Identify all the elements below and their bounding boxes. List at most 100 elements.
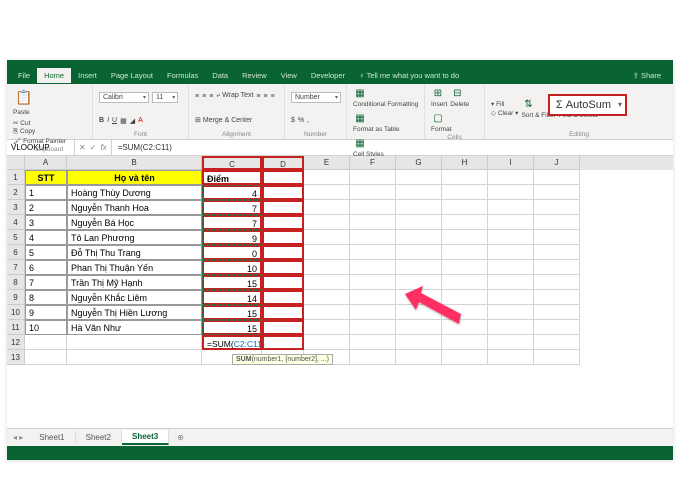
align-right-button[interactable]: ≡ <box>271 93 275 100</box>
paste-button[interactable]: 📋Paste <box>13 86 35 116</box>
sheet-tab-2[interactable]: Sheet2 <box>76 431 122 444</box>
col-J[interactable]: J <box>534 156 580 170</box>
row-5[interactable]: 5 <box>7 230 25 245</box>
cell-C7[interactable]: 10 <box>202 260 262 275</box>
sheet-tab-3[interactable]: Sheet3 <box>122 430 169 445</box>
cell-B8[interactable]: Trần Thị Mỹ Hạnh <box>67 275 202 290</box>
cell-D7[interactable] <box>262 260 304 275</box>
row-7[interactable]: 7 <box>7 260 25 275</box>
cell-C5[interactable]: 9 <box>202 230 262 245</box>
tab-page-layout[interactable]: Page Layout <box>104 68 160 83</box>
row-2[interactable]: 2 <box>7 185 25 200</box>
cell-B2[interactable]: Hoàng Thùy Dương <box>67 185 202 200</box>
delete-cells-button[interactable]: ⊟Delete <box>450 86 469 108</box>
cell-D2[interactable] <box>262 185 304 200</box>
cell-C4[interactable]: 7 <box>202 215 262 230</box>
cell-B9[interactable]: Nguyễn Khắc Liêm <box>67 290 202 305</box>
comma-button[interactable]: , <box>307 117 309 124</box>
cell-A4[interactable]: 3 <box>25 215 67 230</box>
row-11[interactable]: 11 <box>7 320 25 335</box>
align-bot-button[interactable]: ≡ <box>209 93 213 100</box>
cut-button[interactable]: ✂ Cut <box>13 119 66 127</box>
cell-B5[interactable]: Tô Lan Phương <box>67 230 202 245</box>
cell-C1[interactable]: Điểm <box>202 170 262 185</box>
cell-C2[interactable]: 4 <box>202 185 262 200</box>
row-8[interactable]: 8 <box>7 275 25 290</box>
cell-C9[interactable]: 14 <box>202 290 262 305</box>
cell-B10[interactable]: Nguyễn Thị Hiền Lương <box>67 305 202 320</box>
cell-D3[interactable] <box>262 200 304 215</box>
row-6[interactable]: 6 <box>7 245 25 260</box>
size-select[interactable]: 11 <box>152 92 178 103</box>
cell-B6[interactable]: Đỗ Thị Thu Trang <box>67 245 202 260</box>
row-12[interactable]: 12 <box>7 335 25 350</box>
cell-B11[interactable]: Hà Văn Như <box>67 320 202 335</box>
format-cells-button[interactable]: ▢Format <box>431 111 452 133</box>
currency-button[interactable]: $ <box>291 117 295 124</box>
cell-A11[interactable]: 10 <box>25 320 67 335</box>
align-mid-button[interactable]: ≡ <box>202 93 206 100</box>
cell-D1[interactable] <box>262 170 304 185</box>
cell-C11[interactable]: 15 <box>202 320 262 335</box>
cell-C10[interactable]: 15 <box>202 305 262 320</box>
fx-button[interactable]: fx <box>100 143 106 152</box>
col-I[interactable]: I <box>488 156 534 170</box>
cell-D6[interactable] <box>262 245 304 260</box>
autosum-callout[interactable]: Σ AutoSum <box>548 94 627 116</box>
merge-button[interactable]: ⊞ Merge & Center <box>195 116 252 124</box>
align-center-button[interactable]: ≡ <box>264 93 268 100</box>
clear-button[interactable]: ◇ Clear ▾ <box>491 109 518 117</box>
col-G[interactable]: G <box>396 156 442 170</box>
cell-A7[interactable]: 6 <box>25 260 67 275</box>
col-H[interactable]: H <box>442 156 488 170</box>
font-color-button[interactable]: A <box>138 117 143 124</box>
row-3[interactable]: 3 <box>7 200 25 215</box>
cell-D10[interactable] <box>262 305 304 320</box>
tab-review[interactable]: Review <box>235 68 274 83</box>
cell-C8[interactable]: 15 <box>202 275 262 290</box>
new-sheet-button[interactable]: ⊕ <box>169 433 192 442</box>
worksheet-grid[interactable]: A B C D E F G H I J 1 STT Họ và tên Điểm… <box>7 156 673 422</box>
percent-button[interactable]: % <box>298 117 304 124</box>
cell-A1[interactable]: STT <box>25 170 67 185</box>
cell-C12[interactable]: =SUM(C2:C11) <box>202 335 262 350</box>
tab-view[interactable]: View <box>274 68 304 83</box>
select-all-corner[interactable] <box>7 156 25 170</box>
share-button[interactable]: ⇪ Share <box>625 71 669 80</box>
cell-D5[interactable] <box>262 230 304 245</box>
cell-A10[interactable]: 9 <box>25 305 67 320</box>
sheet-nav[interactable]: ◂ ▸ <box>7 433 29 442</box>
cell-B1[interactable]: Họ và tên <box>67 170 202 185</box>
row-13[interactable]: 13 <box>7 350 25 365</box>
col-D[interactable]: D <box>262 156 304 170</box>
col-B[interactable]: B <box>67 156 202 170</box>
cell-A5[interactable]: 4 <box>25 230 67 245</box>
cell-C3[interactable]: 7 <box>202 200 262 215</box>
copy-button[interactable]: ⎘ Copy <box>13 128 66 136</box>
cell-C6[interactable]: 0 <box>202 245 262 260</box>
row-1[interactable]: 1 <box>7 170 25 185</box>
font-select[interactable]: Calibri <box>99 92 149 103</box>
align-left-button[interactable]: ≡ <box>256 93 260 100</box>
cell-B4[interactable]: Nguyễn Bá Học <box>67 215 202 230</box>
cell-A2[interactable]: 1 <box>25 185 67 200</box>
tab-formulas[interactable]: Formulas <box>160 68 205 83</box>
cell-A8[interactable]: 7 <box>25 275 67 290</box>
cell-D4[interactable] <box>262 215 304 230</box>
cell-styles-button[interactable]: ▦Cell Styles <box>353 136 384 158</box>
col-A[interactable]: A <box>25 156 67 170</box>
fill-color-button[interactable]: ◢ <box>130 117 135 125</box>
wrap-text-button[interactable]: ⤶ Wrap Text <box>216 92 253 100</box>
row-4[interactable]: 4 <box>7 215 25 230</box>
bold-button[interactable]: B <box>99 117 104 124</box>
format-table-button[interactable]: ▦Format as Table <box>353 111 399 133</box>
insert-cells-button[interactable]: ⊞Insert <box>431 86 447 108</box>
cell-A6[interactable]: 5 <box>25 245 67 260</box>
align-top-button[interactable]: ≡ <box>195 93 199 100</box>
cell-D8[interactable] <box>262 275 304 290</box>
enter-formula-button[interactable]: ✓ <box>90 143 97 152</box>
underline-button[interactable]: U <box>112 117 117 124</box>
col-F[interactable]: F <box>350 156 396 170</box>
cell-A3[interactable]: 2 <box>25 200 67 215</box>
number-format-select[interactable]: Number <box>291 92 341 103</box>
